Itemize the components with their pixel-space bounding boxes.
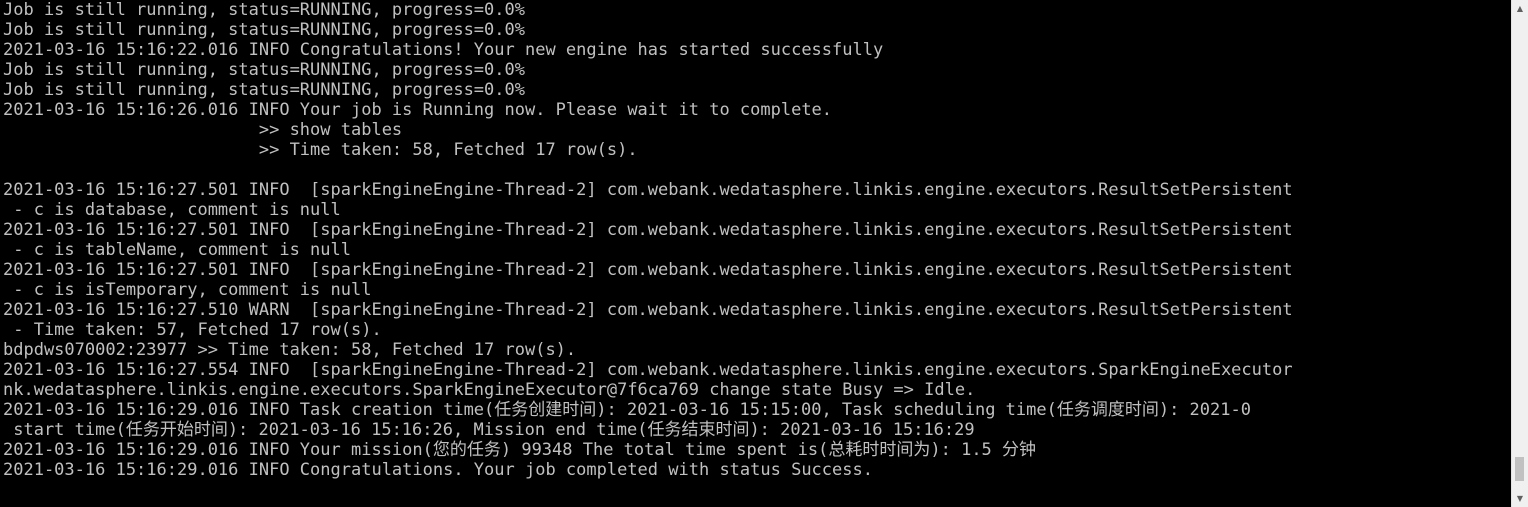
scroll-down-arrow-icon[interactable]: ▼ bbox=[1512, 490, 1528, 507]
console-line: - c is database, comment is null bbox=[3, 200, 341, 220]
console-line: start time(任务开始时间): 2021-03-16 15:16:26,… bbox=[3, 420, 975, 440]
scrollbar-thumb[interactable] bbox=[1515, 457, 1524, 481]
console-line: nk.wedatasphere.linkis.engine.executors.… bbox=[3, 380, 976, 400]
console-line: 2021-03-16 15:16:27.501 INFO [sparkEngin… bbox=[3, 180, 1293, 200]
console-line: 2021-03-16 15:16:22.016 INFO Congratulat… bbox=[3, 40, 884, 60]
console-line: 2021-03-16 15:16:27.554 INFO [sparkEngin… bbox=[3, 360, 1293, 380]
console-line: Job is still running, status=RUNNING, pr… bbox=[3, 80, 525, 100]
console-output[interactable]: Job is still running, status=RUNNING, pr… bbox=[3, 0, 1511, 507]
console-line: 2021-03-16 15:16:27.501 INFO [sparkEngin… bbox=[3, 260, 1293, 280]
console-line: 2021-03-16 15:16:27.510 WARN [sparkEngin… bbox=[3, 300, 1293, 320]
scroll-up-arrow-icon[interactable]: ▲ bbox=[1512, 0, 1528, 17]
console-line: 2021-03-16 15:16:26.016 INFO Your job is… bbox=[3, 100, 833, 120]
console-line: Job is still running, status=RUNNING, pr… bbox=[3, 20, 525, 40]
console-window: Job is still running, status=RUNNING, pr… bbox=[0, 0, 1528, 507]
scrollbar-track[interactable] bbox=[1512, 17, 1528, 490]
console-line: bdpdws070002:23977 >> Time taken: 58, Fe… bbox=[3, 340, 577, 360]
console-line: - Time taken: 57, Fetched 17 row(s). bbox=[3, 320, 382, 340]
console-line: 2021-03-16 15:16:29.016 INFO Task creati… bbox=[3, 400, 1251, 420]
console-line: - c is tableName, comment is null bbox=[3, 240, 351, 260]
console-line: Job is still running, status=RUNNING, pr… bbox=[3, 60, 525, 80]
vertical-scrollbar[interactable]: ▲ ▼ bbox=[1511, 0, 1528, 507]
console-line: >> Time taken: 58, Fetched 17 row(s). bbox=[3, 140, 638, 160]
console-line: 2021-03-16 15:16:29.016 INFO Your missio… bbox=[3, 440, 1037, 460]
console-line: Job is still running, status=RUNNING, pr… bbox=[3, 0, 525, 20]
console-line: 2021-03-16 15:16:29.016 INFO Congratulat… bbox=[3, 460, 873, 480]
console-line: >> show tables bbox=[3, 120, 403, 140]
console-line: 2021-03-16 15:16:27.501 INFO [sparkEngin… bbox=[3, 220, 1293, 240]
console-line: - c is isTemporary, comment is null bbox=[3, 280, 372, 300]
